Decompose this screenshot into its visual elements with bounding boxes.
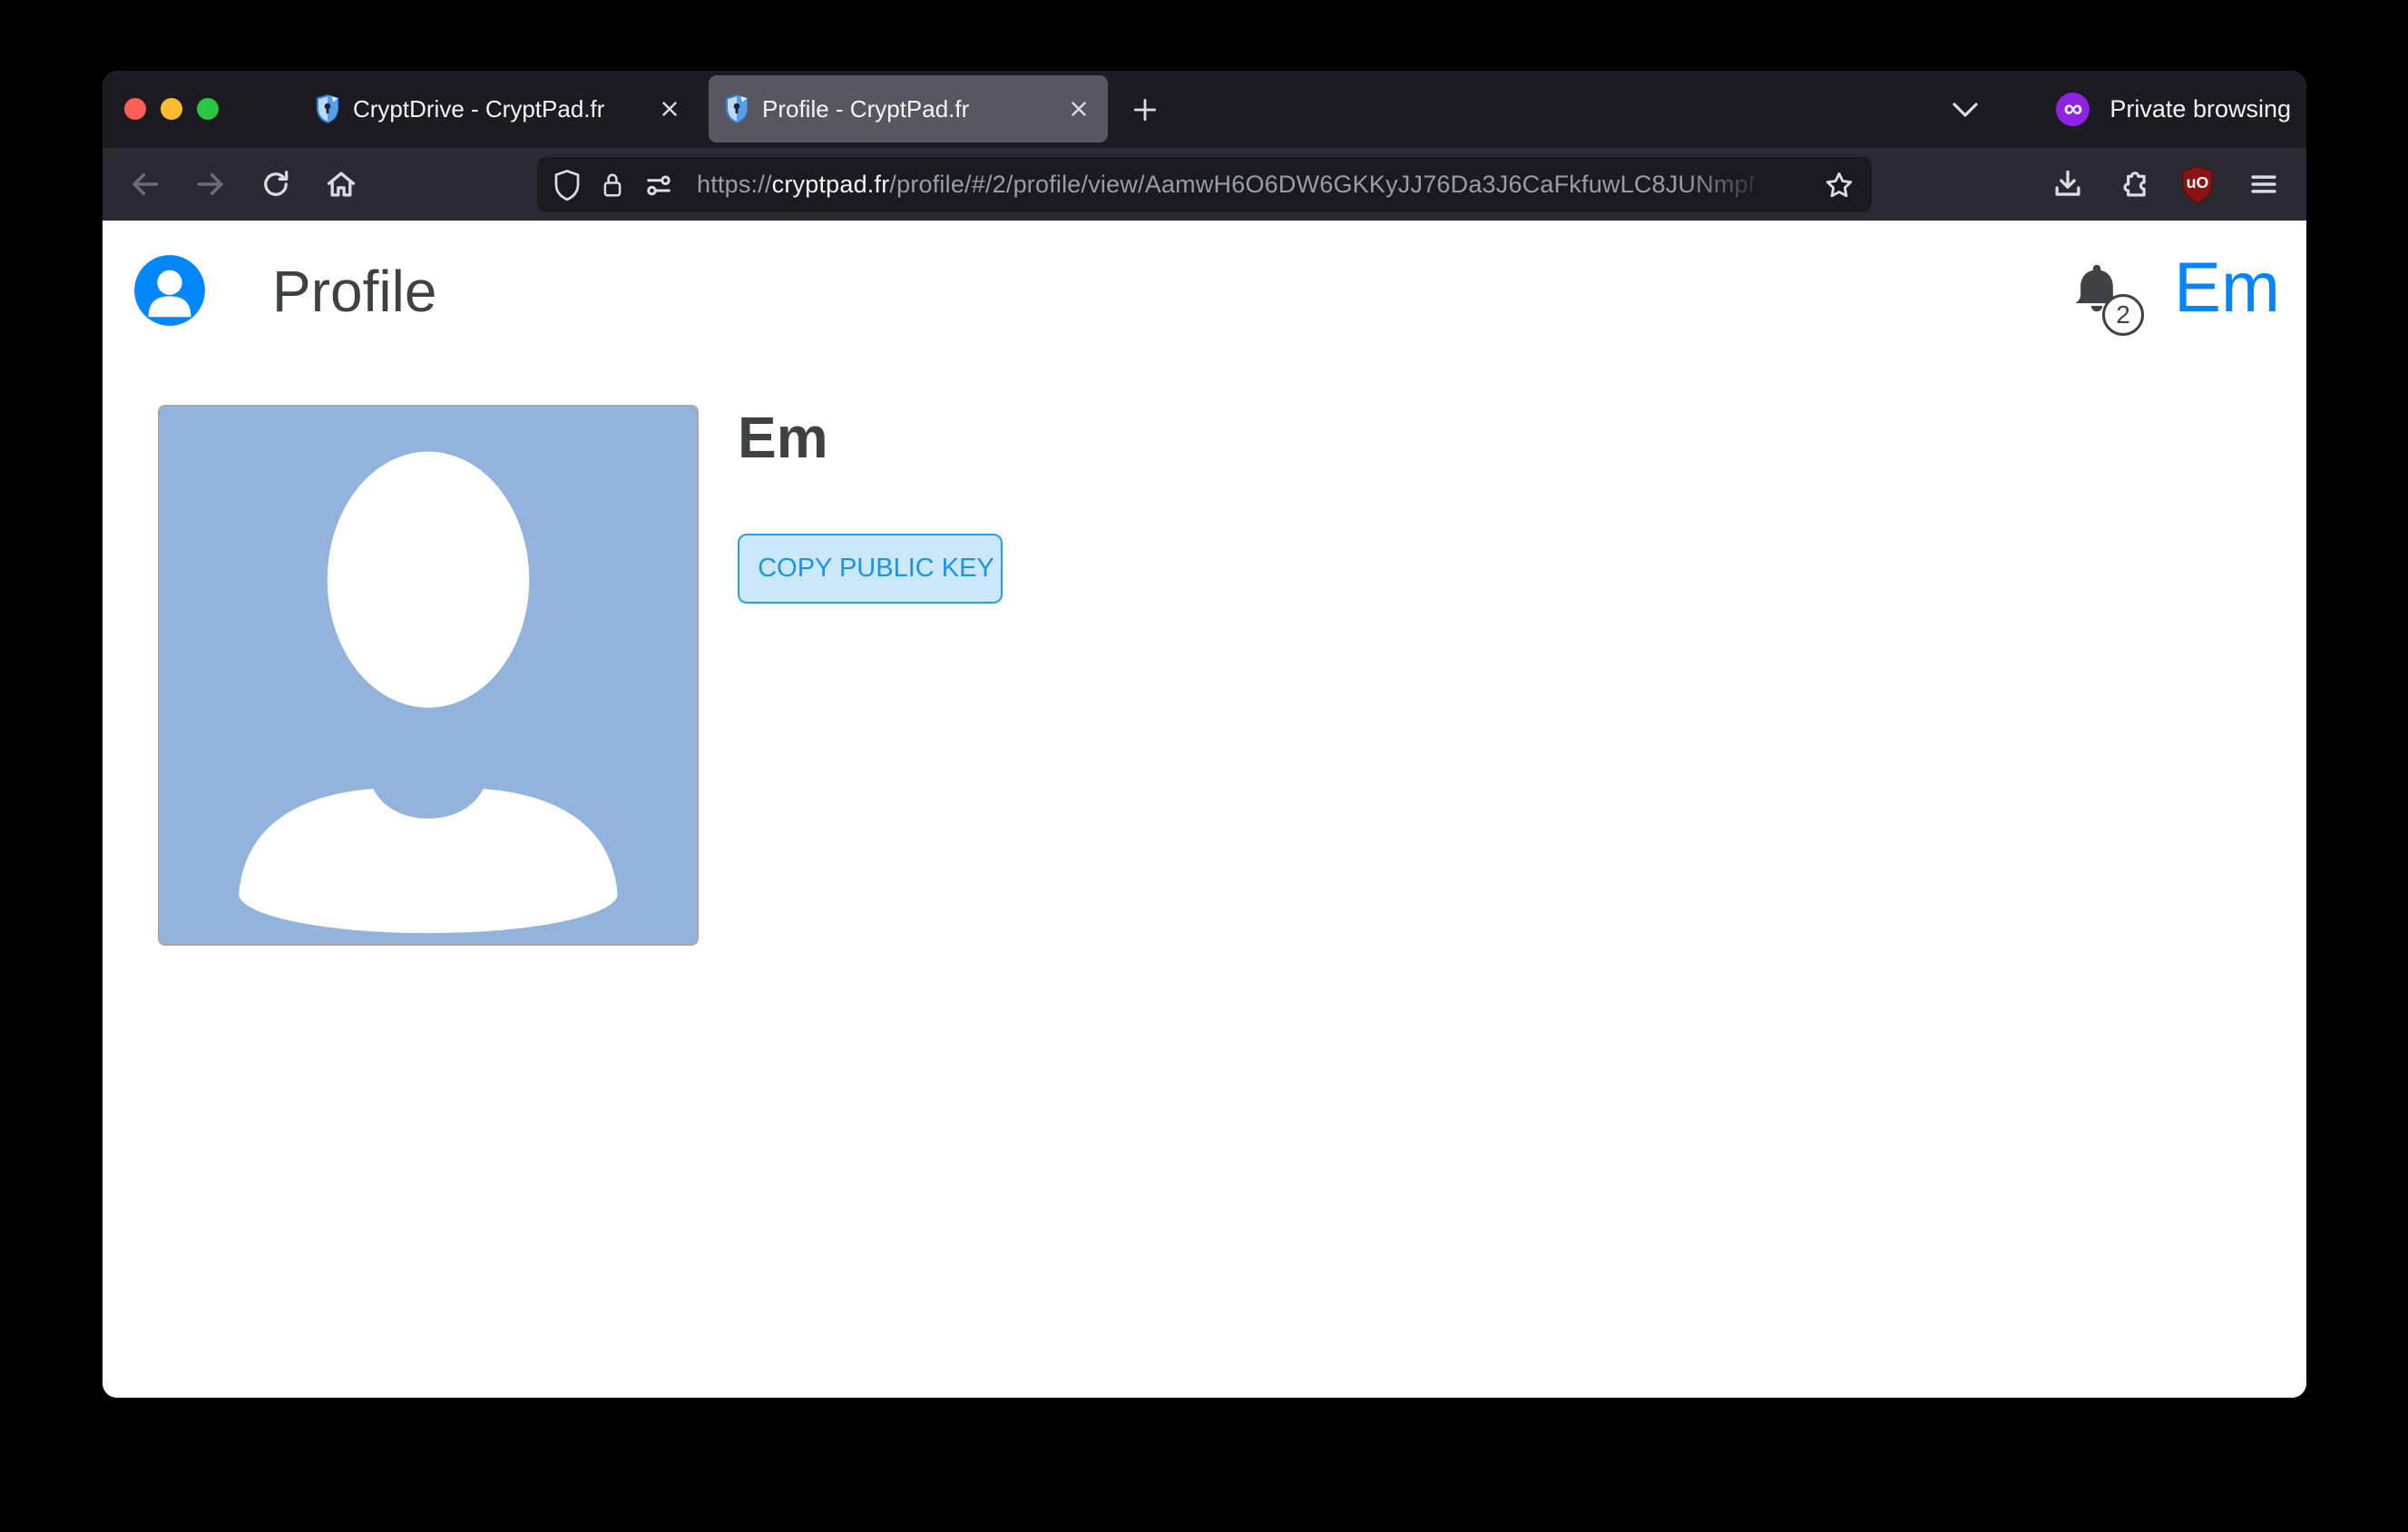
cryptpad-favicon	[314, 94, 341, 123]
puzzle-piece-icon	[2117, 167, 2151, 201]
private-browsing-indicator: ∞ Private browsing	[2056, 71, 2291, 148]
download-icon	[2051, 167, 2085, 201]
navigation-toolbar: https://cryptpad.fr/profile/#/2/profile/…	[103, 148, 2306, 221]
tab-title: CryptDrive - CryptPad.fr	[353, 95, 653, 123]
reload-button[interactable]	[252, 161, 299, 208]
reload-icon	[259, 168, 292, 201]
page-title: Profile	[272, 259, 436, 324]
profile-avatar-placeholder	[158, 405, 699, 946]
tab-bar: CryptDrive - CryptPad.fr Profile - Crypt…	[103, 71, 2306, 148]
profile-display-name: Em	[738, 408, 828, 468]
forward-arrow-icon	[193, 167, 228, 201]
back-button[interactable]	[122, 161, 169, 208]
tab-cryptdrive[interactable]: CryptDrive - CryptPad.fr	[299, 75, 699, 142]
forward-button[interactable]	[187, 161, 234, 208]
new-tab-button[interactable]	[1123, 88, 1167, 132]
ublock-shield-icon: uO	[2178, 164, 2217, 204]
connection-secure-lock-icon[interactable]	[599, 169, 626, 201]
tab-close-icon[interactable]	[653, 93, 686, 125]
notification-count-badge: 2	[2102, 294, 2144, 336]
star-icon	[1823, 169, 1855, 201]
cryptpad-profile-page: Profile 2 Em Em COPY PUBLIC KEY	[103, 221, 2306, 1398]
svg-text:uO: uO	[2187, 173, 2209, 192]
url-bar[interactable]: https://cryptpad.fr/profile/#/2/profile/…	[537, 157, 1872, 212]
ublock-origin-button[interactable]: uO	[2174, 161, 2221, 208]
hamburger-menu-icon	[2246, 167, 2281, 201]
app-menu-button[interactable]	[2240, 161, 2287, 208]
url-path: /profile/#/2/profile/view/AamwH6O6DW6GKK…	[889, 171, 1754, 198]
copy-public-key-label: COPY PUBLIC KEY	[758, 554, 994, 584]
home-icon	[324, 167, 358, 201]
private-browsing-label: Private browsing	[2109, 95, 2291, 123]
user-avatar-icon	[134, 255, 205, 326]
url-fade-overlay	[1685, 160, 1794, 210]
cryptpad-favicon	[723, 94, 750, 123]
bookmark-star-button[interactable]	[1817, 163, 1861, 207]
window-minimize-button[interactable]	[161, 98, 182, 120]
window-close-button[interactable]	[124, 98, 146, 120]
toolbar-username-link[interactable]: Em	[2174, 251, 2280, 324]
private-browsing-mask-icon: ∞	[2056, 93, 2090, 126]
tab-profile[interactable]: Profile - CryptPad.fr	[709, 75, 1108, 142]
extensions-button[interactable]	[2110, 161, 2158, 208]
permissions-sliders-icon[interactable]	[642, 169, 675, 201]
chevron-down-icon	[1951, 101, 1980, 119]
copy-public-key-button[interactable]: COPY PUBLIC KEY	[738, 534, 1003, 604]
home-button[interactable]	[318, 161, 365, 208]
downloads-button[interactable]	[2044, 161, 2091, 208]
user-menu-avatar-button[interactable]	[134, 255, 205, 326]
window-zoom-button[interactable]	[197, 98, 219, 120]
plus-icon	[1130, 94, 1160, 125]
url-domain: cryptpad.fr	[772, 171, 890, 198]
list-all-tabs-button[interactable]	[1940, 93, 1991, 127]
person-silhouette-icon	[160, 407, 697, 944]
tab-close-icon[interactable]	[1062, 93, 1095, 125]
browser-window: CryptDrive - CryptPad.fr Profile - Crypt…	[103, 71, 2306, 1398]
url-scheme: https://	[697, 171, 772, 198]
url-text: https://cryptpad.fr/profile/#/2/profile/…	[697, 171, 1754, 199]
back-arrow-icon	[128, 167, 162, 201]
tab-title: Profile - CryptPad.fr	[762, 95, 1062, 123]
tracking-protection-shield-icon[interactable]	[552, 168, 582, 202]
notifications-button[interactable]: 2	[2070, 261, 2146, 338]
